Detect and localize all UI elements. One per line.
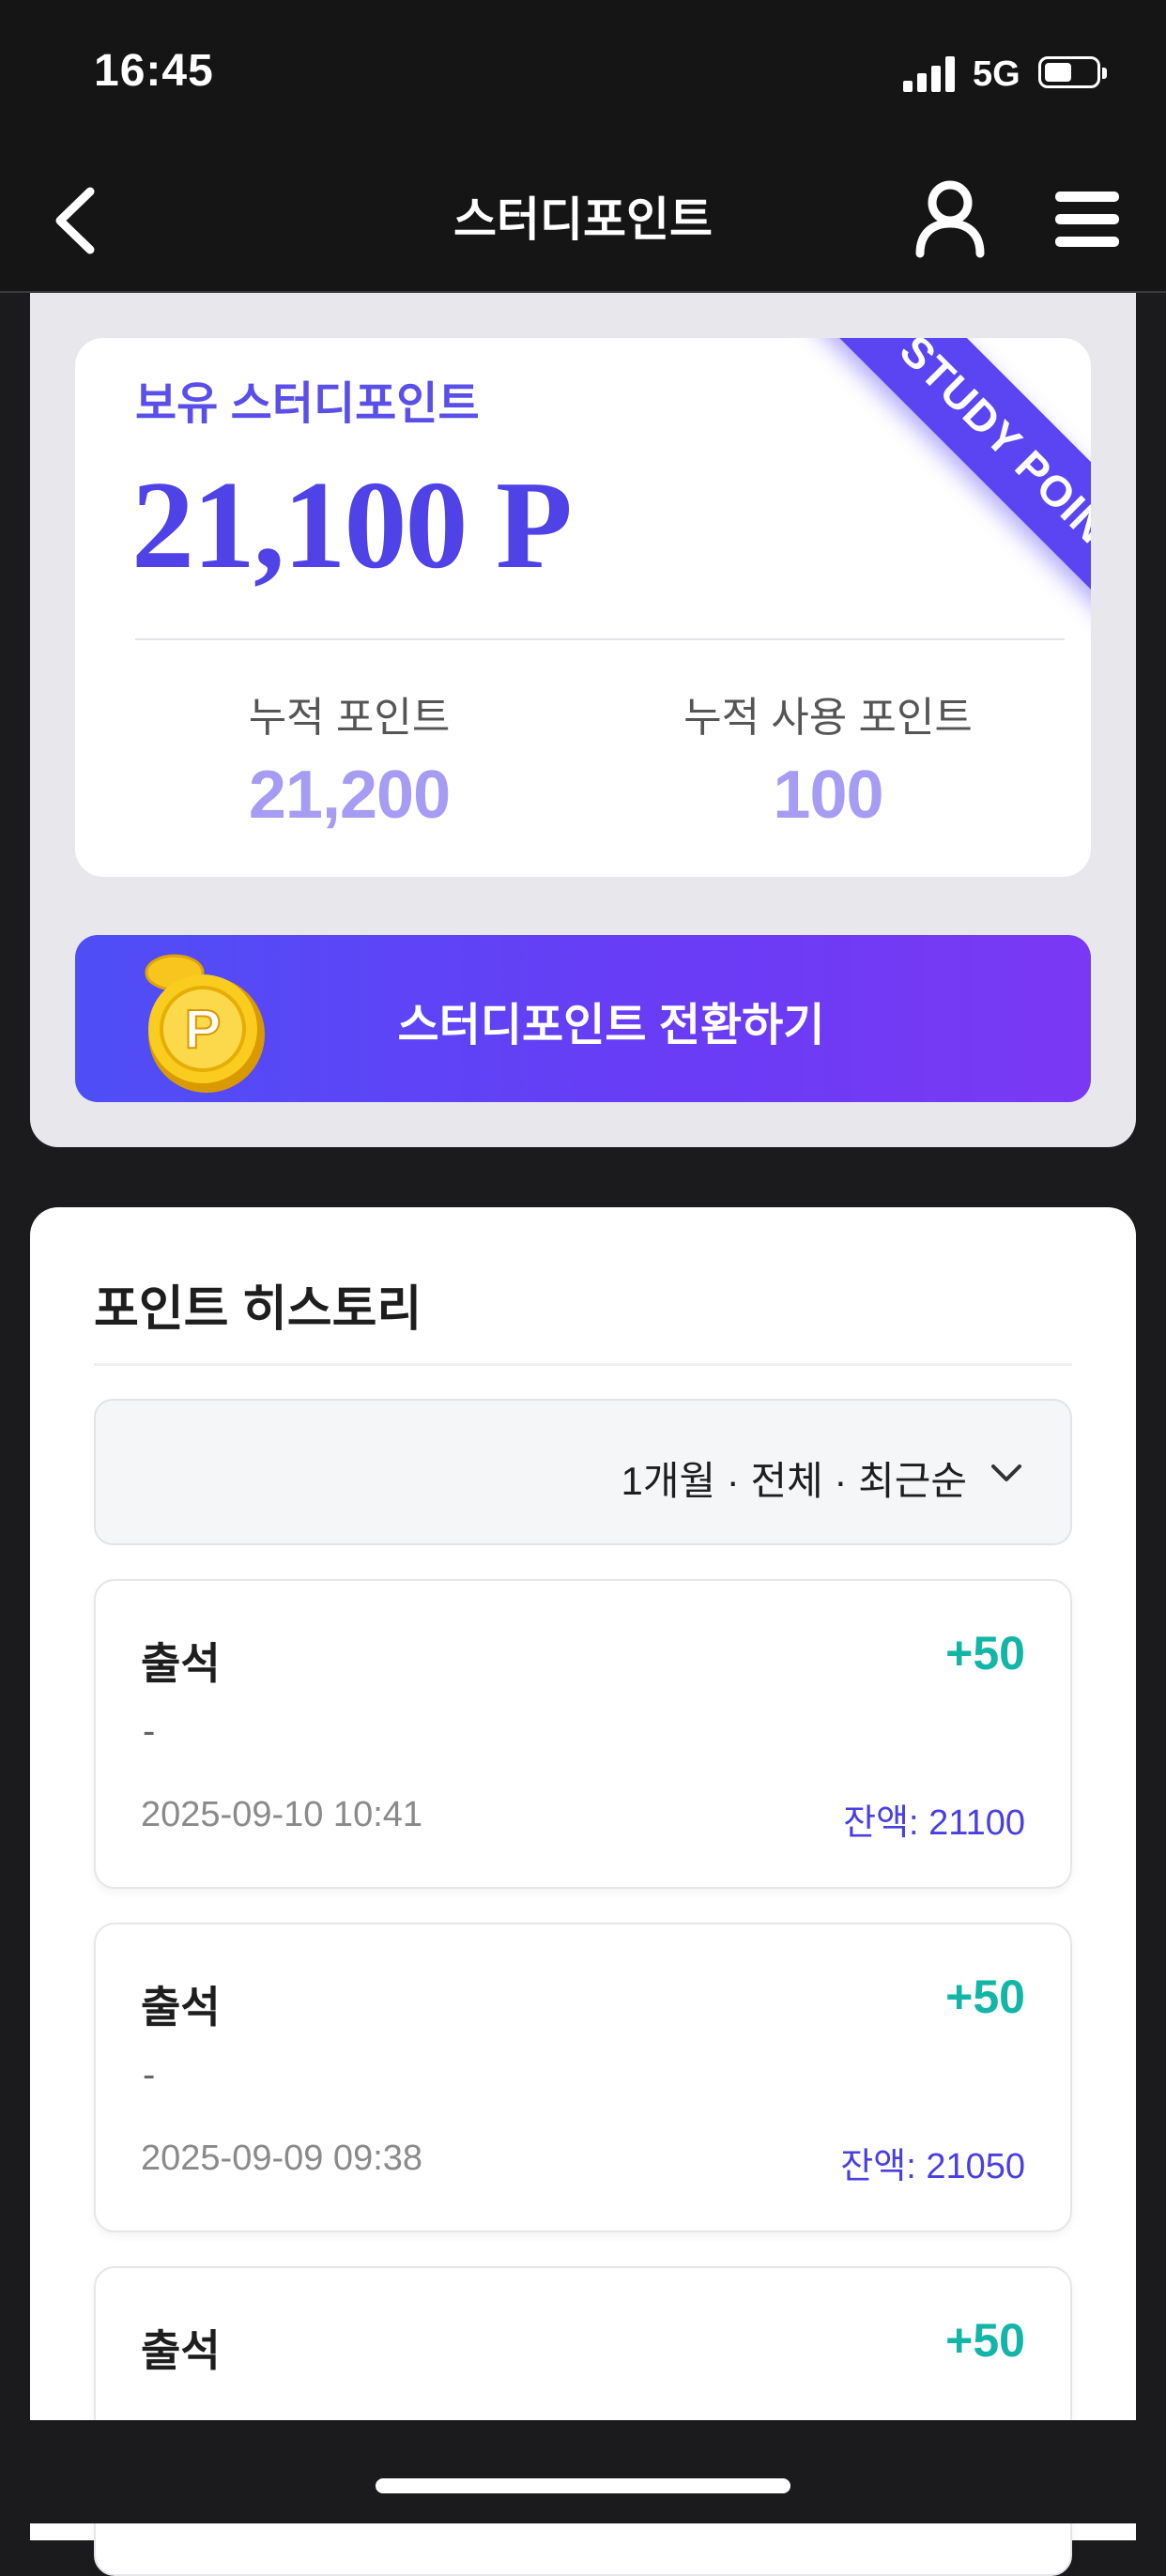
history-item-balance: 잔액: 21050 [840, 2147, 1025, 2186]
page-title: 스터디포인트 [453, 193, 713, 246]
history-item[interactable]: 출석 +50 - 2025-09-10 10:41 잔액: 21100 [94, 1579, 1072, 1889]
history-filter-dropdown[interactable]: 1개월 · 전체 · 최근순 [94, 1399, 1072, 1545]
convert-points-button[interactable]: P 스터디포인트 전환하기 [75, 935, 1091, 1102]
history-item-amount: +50 [945, 1627, 1025, 1679]
history-item-memo: - [143, 1710, 156, 1752]
history-item-amount: +50 [945, 1970, 1025, 2023]
history-item-memo: - [143, 2054, 156, 2095]
history-item-date: 2025-09-09 09:38 [141, 2139, 423, 2178]
app-header: 스터디포인트 [0, 150, 1166, 293]
history-item-balance: 잔액: 21100 [843, 1803, 1025, 1843]
used-points: 누적 사용 포인트 100 [612, 683, 1044, 834]
hamburger-icon [1055, 192, 1119, 247]
network-type: 5G [973, 54, 1020, 94]
convert-points-label: 스터디포인트 전환하기 [397, 1001, 825, 1050]
point-card: 보유 스터디포인트 21,100 P 누적 포인트 21,200 누적 사용 포… [75, 338, 1091, 877]
user-icon [915, 180, 985, 258]
menu-button[interactable] [1050, 182, 1125, 257]
held-points-label: 보유 스터디포인트 [135, 379, 480, 429]
history-title: 포인트 히스토리 [94, 1282, 422, 1337]
home-indicator-bar [0, 2420, 1166, 2523]
battery-icon [1038, 56, 1107, 88]
used-points-label: 누적 사용 포인트 [683, 695, 973, 741]
history-item-type: 출석 [141, 1639, 221, 1688]
signal-icon [903, 56, 956, 92]
used-points-value: 100 [773, 758, 883, 833]
profile-button[interactable] [913, 176, 988, 261]
point-summary-panel: 보유 스터디포인트 21,100 P 누적 포인트 21,200 누적 사용 포… [30, 293, 1136, 1147]
history-item-type: 출석 [141, 1983, 221, 2032]
history-item-type: 출석 [141, 2326, 221, 2375]
held-points-value: 21,100 P [131, 455, 573, 594]
study-point-ribbon: STUDY POINT [809, 338, 1091, 653]
status-bar: 16:45 5G [0, 0, 1166, 150]
divider [94, 1363, 1072, 1366]
filter-label: 1개월 · 전체 · 최근순 [621, 1459, 968, 1503]
home-indicator[interactable] [376, 2478, 790, 2493]
history-item[interactable]: 출석 +50 - 2025-09-09 09:38 잔액: 21050 [94, 1923, 1072, 2232]
accumulated-points: 누적 포인트 21,200 [133, 683, 565, 834]
divider [135, 638, 1065, 640]
history-item-date: 2025-09-10 10:41 [141, 1795, 423, 1834]
accumulated-points-label: 누적 포인트 [248, 695, 451, 741]
history-item-amount: +50 [945, 2314, 1025, 2367]
point-history-panel: 포인트 히스토리 1개월 · 전체 · 최근순 출석 +50 - 2025-09… [30, 1207, 1136, 2576]
chevron-down-icon [991, 1464, 1021, 1481]
accumulated-points-value: 21,200 [248, 758, 451, 833]
status-time: 16:45 [94, 46, 214, 96]
